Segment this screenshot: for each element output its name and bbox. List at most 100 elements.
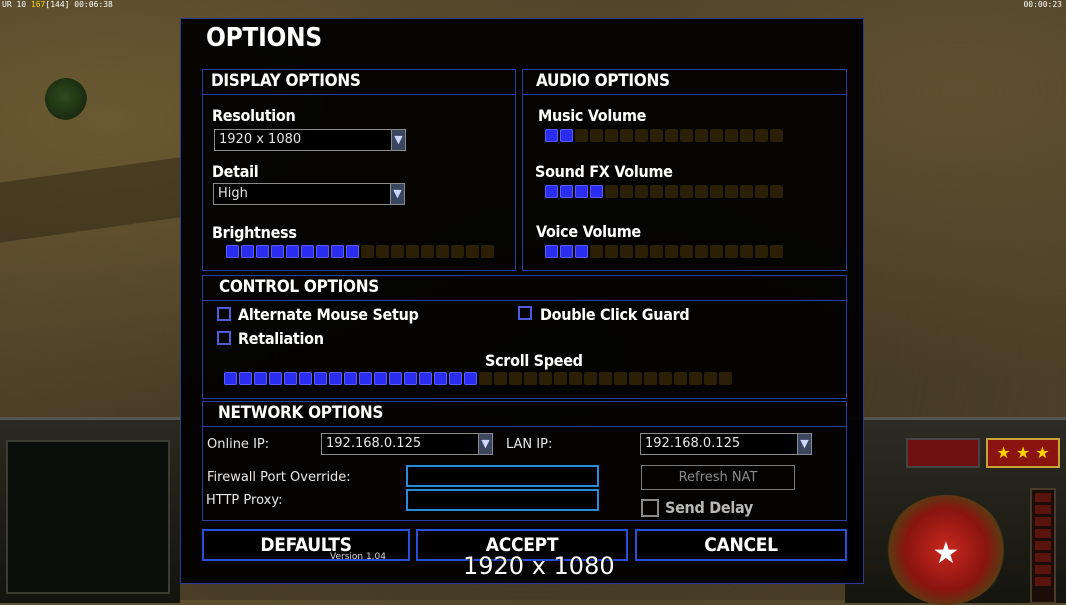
slider-segment[interactable] — [695, 129, 708, 142]
scroll-speed-slider[interactable] — [224, 372, 732, 385]
slider-segment[interactable] — [770, 129, 783, 142]
slider-segment[interactable] — [479, 372, 492, 385]
slider-segment[interactable] — [344, 372, 357, 385]
slider-segment[interactable] — [650, 245, 663, 258]
slider-segment[interactable] — [584, 372, 597, 385]
slider-segment[interactable] — [590, 129, 603, 142]
slider-segment[interactable] — [620, 129, 633, 142]
slider-segment[interactable] — [494, 372, 507, 385]
slider-segment[interactable] — [560, 185, 573, 198]
slider-segment[interactable] — [590, 245, 603, 258]
voice-volume-slider[interactable] — [545, 245, 783, 258]
slider-segment[interactable] — [329, 372, 342, 385]
slider-segment[interactable] — [710, 129, 723, 142]
slider-segment[interactable] — [695, 185, 708, 198]
rank-stars-button[interactable]: ★ ★ ★ — [986, 438, 1060, 468]
slider-segment[interactable] — [599, 372, 612, 385]
slider-segment[interactable] — [359, 372, 372, 385]
slider-segment[interactable] — [704, 372, 717, 385]
slider-segment[interactable] — [725, 185, 738, 198]
slider-segment[interactable] — [406, 245, 419, 258]
slider-segment[interactable] — [590, 185, 603, 198]
slider-segment[interactable] — [560, 245, 573, 258]
slider-segment[interactable] — [710, 185, 723, 198]
slider-segment[interactable] — [635, 185, 648, 198]
music-volume-slider[interactable] — [545, 129, 783, 142]
slider-segment[interactable] — [254, 372, 267, 385]
slider-segment[interactable] — [755, 129, 768, 142]
slider-segment[interactable] — [271, 245, 284, 258]
slider-segment[interactable] — [605, 245, 618, 258]
slider-segment[interactable] — [419, 372, 432, 385]
slider-segment[interactable] — [316, 245, 329, 258]
slider-segment[interactable] — [635, 245, 648, 258]
sound-fx-volume-slider[interactable] — [545, 185, 783, 198]
slider-segment[interactable] — [629, 372, 642, 385]
slider-segment[interactable] — [740, 185, 753, 198]
slider-segment[interactable] — [620, 245, 633, 258]
slider-segment[interactable] — [434, 372, 447, 385]
slider-segment[interactable] — [770, 185, 783, 198]
slider-segment[interactable] — [539, 372, 552, 385]
hud-command-button[interactable] — [906, 438, 980, 468]
slider-segment[interactable] — [286, 245, 299, 258]
slider-segment[interactable] — [680, 185, 693, 198]
slider-segment[interactable] — [256, 245, 269, 258]
alternate-mouse-checkbox[interactable] — [217, 307, 231, 321]
send-delay-checkbox[interactable] — [641, 499, 659, 517]
slider-segment[interactable] — [689, 372, 702, 385]
http-proxy-input[interactable] — [406, 489, 599, 511]
slider-segment[interactable] — [466, 245, 479, 258]
slider-segment[interactable] — [725, 245, 738, 258]
slider-segment[interactable] — [665, 245, 678, 258]
slider-segment[interactable] — [575, 129, 588, 142]
slider-segment[interactable] — [665, 129, 678, 142]
slider-segment[interactable] — [449, 372, 462, 385]
slider-segment[interactable] — [770, 245, 783, 258]
slider-segment[interactable] — [241, 245, 254, 258]
slider-segment[interactable] — [301, 245, 314, 258]
slider-segment[interactable] — [644, 372, 657, 385]
slider-segment[interactable] — [605, 185, 618, 198]
slider-segment[interactable] — [224, 372, 237, 385]
slider-segment[interactable] — [331, 245, 344, 258]
slider-segment[interactable] — [650, 129, 663, 142]
brightness-slider[interactable] — [226, 245, 494, 258]
slider-segment[interactable] — [680, 245, 693, 258]
slider-segment[interactable] — [560, 129, 573, 142]
slider-segment[interactable] — [269, 372, 282, 385]
slider-segment[interactable] — [659, 372, 672, 385]
slider-segment[interactable] — [389, 372, 402, 385]
online-ip-dropdown[interactable]: 192.168.0.125 ▼ — [321, 433, 493, 455]
refresh-nat-button[interactable]: Refresh NAT — [641, 465, 795, 490]
slider-segment[interactable] — [545, 129, 558, 142]
slider-segment[interactable] — [554, 372, 567, 385]
slider-segment[interactable] — [374, 372, 387, 385]
slider-segment[interactable] — [620, 185, 633, 198]
slider-segment[interactable] — [314, 372, 327, 385]
slider-segment[interactable] — [524, 372, 537, 385]
slider-segment[interactable] — [665, 185, 678, 198]
slider-segment[interactable] — [376, 245, 389, 258]
slider-segment[interactable] — [755, 185, 768, 198]
chevron-down-icon[interactable]: ▼ — [797, 434, 811, 454]
resolution-dropdown[interactable]: 1920 x 1080 ▼ — [214, 129, 406, 151]
chevron-down-icon[interactable]: ▼ — [478, 434, 492, 454]
slider-segment[interactable] — [650, 185, 663, 198]
slider-segment[interactable] — [674, 372, 687, 385]
slider-segment[interactable] — [719, 372, 732, 385]
slider-segment[interactable] — [451, 245, 464, 258]
slider-segment[interactable] — [569, 372, 582, 385]
slider-segment[interactable] — [545, 245, 558, 258]
slider-segment[interactable] — [299, 372, 312, 385]
slider-segment[interactable] — [710, 245, 723, 258]
slider-segment[interactable] — [421, 245, 434, 258]
cancel-button[interactable]: CANCEL — [635, 529, 847, 561]
detail-dropdown[interactable]: High ▼ — [213, 183, 405, 205]
slider-segment[interactable] — [284, 372, 297, 385]
slider-segment[interactable] — [575, 185, 588, 198]
slider-segment[interactable] — [575, 245, 588, 258]
slider-segment[interactable] — [404, 372, 417, 385]
slider-segment[interactable] — [695, 245, 708, 258]
slider-segment[interactable] — [481, 245, 494, 258]
